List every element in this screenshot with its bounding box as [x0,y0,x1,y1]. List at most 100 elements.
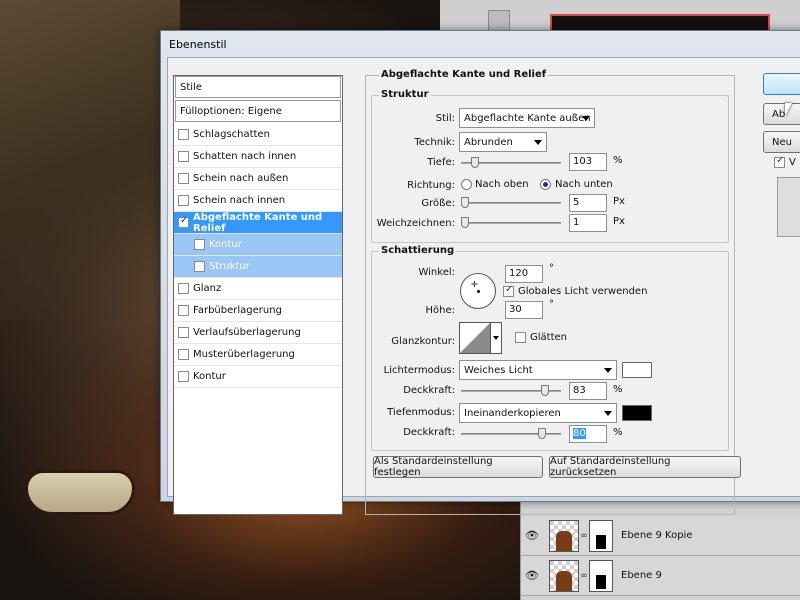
highlight-color-swatch[interactable] [622,362,652,378]
style-checkbox[interactable] [178,349,189,360]
make-default-button[interactable]: Als Standardeinstellung festlegen [373,456,543,478]
technique-select[interactable]: Abrunden [459,132,547,152]
structure-title: Struktur [379,89,431,100]
altitude-label: Höhe: [425,305,456,316]
ok-button[interactable] [763,73,800,95]
slider-thumb[interactable] [538,428,546,439]
style-item-pattern-overlay[interactable]: Musterüberlagerung [174,344,342,366]
style-item-contour-sub[interactable]: Kontur [174,234,342,256]
layer-name: Ebene 9 [621,570,662,581]
shadow-mode-select[interactable]: Ineinanderkopieren [459,403,617,423]
style-select-value: Abgeflachte Kante außen [464,112,591,124]
size-input[interactable]: 5 [569,194,607,212]
contour-dropdown-button[interactable] [490,322,502,354]
preview-label: V [789,157,796,168]
global-light-checkbox-row[interactable]: Globales Licht verwenden [503,284,647,297]
crosshair-icon: ✛ [471,280,478,289]
style-item-label: Schlagschatten [193,129,270,140]
size-slider[interactable] [461,197,561,209]
layer-mask-thumbnail[interactable] [589,519,613,552]
highlight-opacity-label: Deckkraft: [403,385,455,396]
reset-default-button[interactable]: Auf Standardeinstellung zurücksetzen [549,456,741,478]
preview-checkbox[interactable] [774,155,785,168]
style-checkbox[interactable] [178,151,189,162]
layer-thumbnail [549,559,579,592]
style-checkbox[interactable] [178,283,189,294]
angle-label: Winkel: [418,267,455,278]
antialias-checkbox-row[interactable]: Glätten [515,332,567,343]
style-checkbox[interactable] [178,129,189,140]
highlight-mode-select[interactable]: Weiches Licht [459,360,617,380]
styles-header[interactable]: Stile [175,76,341,98]
layer-name: Ebene 9 Kopie [621,530,693,541]
style-item-texture-sub[interactable]: Struktur [174,256,342,278]
style-item-inner-shadow[interactable]: Schatten nach innen [174,146,342,168]
layer-row[interactable]: 👁 ∞ Ebene 9 [521,556,800,596]
shading-title: Schattierung [379,245,457,256]
shadow-mode-value: Ineinanderkopieren [464,407,561,419]
style-checkbox[interactable] [178,173,189,184]
style-item-satin[interactable]: Glanz [174,278,342,300]
style-item-label: Abgeflachte Kante und Relief [193,211,323,234]
layer-row[interactable]: 👁 ∞ Ebene 9 Kopie [521,516,800,556]
altitude-input[interactable]: 30 [505,301,543,319]
shadow-opacity-slider[interactable] [461,428,561,440]
highlight-opacity-slider[interactable] [461,385,561,397]
soften-input[interactable]: 1 [569,214,607,232]
eye-icon[interactable]: 👁 [521,569,543,582]
slider-thumb[interactable] [461,217,469,228]
style-checkbox[interactable] [194,239,205,250]
new-style-button[interactable]: Neu [763,131,800,153]
slider-thumb[interactable] [471,157,479,168]
gloss-contour-picker[interactable] [459,322,491,354]
global-light-checkbox[interactable] [503,284,514,297]
style-item-drop-shadow[interactable]: Schlagschatten [174,124,342,146]
eye-icon[interactable]: 👁 [521,529,543,542]
link-icon: ∞ [580,570,588,581]
depth-input[interactable]: 103 [569,153,607,171]
style-select[interactable]: Abgeflachte Kante außen [459,108,595,128]
style-item-label: Schein nach innen [193,195,286,206]
style-item-label: Struktur [209,261,250,272]
antialias-checkbox[interactable] [515,332,526,343]
direction-down-radio[interactable] [540,179,551,190]
slider-thumb[interactable] [541,385,549,396]
shadow-opacity-input[interactable]: 80 [569,425,607,443]
shadow-color-swatch[interactable] [622,405,652,421]
style-item-inner-glow[interactable]: Schein nach innen [174,190,342,212]
angle-input[interactable]: 120 [505,265,543,283]
blending-options-item[interactable]: Fülloptionen: Eigene [175,100,341,122]
style-item-gradient-overlay[interactable]: Verlaufsüberlagerung [174,322,342,344]
slider-thumb[interactable] [461,197,469,208]
style-checkbox[interactable] [178,215,189,228]
style-checkbox[interactable] [194,261,205,272]
angle-unit: ° [549,263,554,274]
contour-curve-icon [460,323,490,353]
style-item-bevel-emboss[interactable]: Abgeflachte Kante und Relief [174,212,342,234]
style-checkbox[interactable] [178,327,189,338]
style-item-color-overlay[interactable]: Farbüberlagerung [174,300,342,322]
highlight-opacity-input[interactable]: 83 [569,382,607,400]
depth-slider[interactable] [461,157,561,169]
style-item-stroke[interactable]: Kontur [174,366,342,388]
style-item-label: Glanz [193,283,222,294]
angle-dial[interactable]: ✛ [460,273,496,309]
direction-up-radio[interactable] [461,179,472,190]
size-unit: Px [613,196,625,207]
size-label: Größe: [421,198,455,209]
soften-slider[interactable] [461,217,561,229]
style-preview-thumbnail [777,177,800,237]
rotate-tool-icon[interactable] [488,10,510,32]
style-item-label: Kontur [193,371,226,382]
style-checkbox[interactable] [178,195,189,206]
style-item-label: Schein nach außen [193,173,289,184]
style-checkbox[interactable] [178,305,189,316]
slider-track [461,202,561,204]
style-checkbox[interactable] [178,371,189,382]
style-item-label: Schatten nach innen [193,151,297,162]
style-item-outer-glow[interactable]: Schein nach außen [174,168,342,190]
direction-up-label: Nach oben [475,179,529,190]
layer-mask-thumbnail[interactable] [589,559,613,592]
link-icon: ∞ [580,530,588,541]
preview-checkbox-row[interactable]: V [774,155,796,168]
